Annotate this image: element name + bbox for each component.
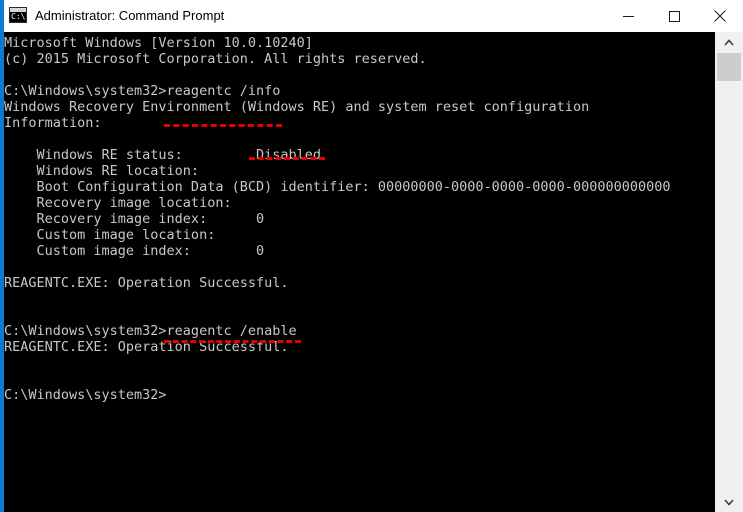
vertical-scrollbar[interactable] [715,32,743,512]
console-line: REAGENTC.EXE: Operation Successful. [4,339,289,355]
minimize-icon [622,15,634,17]
console-line: C:\Windows\system32> [4,387,167,403]
console-line: Custom image index: 0 [4,243,265,259]
close-icon [714,10,726,22]
console-line: Custom image location: [4,227,216,243]
chevron-down-icon [724,498,734,506]
console-line: Information: [4,115,102,131]
maximize-button[interactable] [651,0,697,32]
underline-reagentc-enable [164,340,301,343]
maximize-icon [668,10,680,22]
console-line: Recovery image location: [4,195,232,211]
window-title: Administrator: Command Prompt [35,8,225,23]
scrollbar-thumb[interactable] [717,53,741,81]
cmd-console-icon: ··· C:\ [9,7,27,23]
console-line: Boot Configuration Data (BCD) identifier… [4,179,671,195]
console-output-area[interactable]: Microsoft Windows [Version 10.0.10240] (c… [0,32,743,512]
console-line: Microsoft Windows [Version 10.0.10240] [4,35,313,51]
title-bar[interactable]: ··· C:\ Administrator: Command Prompt [0,0,743,32]
console-line: Windows RE location: [4,163,200,179]
close-button[interactable] [697,0,743,32]
console-line: REAGENTC.EXE: Operation Successful. [4,275,289,291]
scrollbar-up-button[interactable] [715,32,743,52]
cmd-icon-prompt-text: C:\ [11,12,26,21]
console-text: Microsoft Windows [Version 10.0.10240] (c… [4,35,711,403]
chevron-up-icon [724,38,734,46]
console-line: Recovery image index: 0 [4,211,265,227]
window-accent-stripe [0,0,4,32]
console-line: C:\Windows\system32>reagentc /enable [4,323,297,339]
scrollbar-down-button[interactable] [715,492,743,512]
console-line: Windows Recovery Environment (Windows RE… [4,99,590,115]
console-line: Windows RE status: Disabled [4,147,321,163]
underline-reagentc-info [164,124,282,127]
underline-disabled-status [249,157,325,160]
command-prompt-window: ··· C:\ Administrator: Command Prompt Mi… [0,0,743,512]
console-line: C:\Windows\system32>reagentc /info [4,83,281,99]
minimize-button[interactable] [605,0,651,32]
console-line: (c) 2015 Microsoft Corporation. All righ… [4,51,427,67]
